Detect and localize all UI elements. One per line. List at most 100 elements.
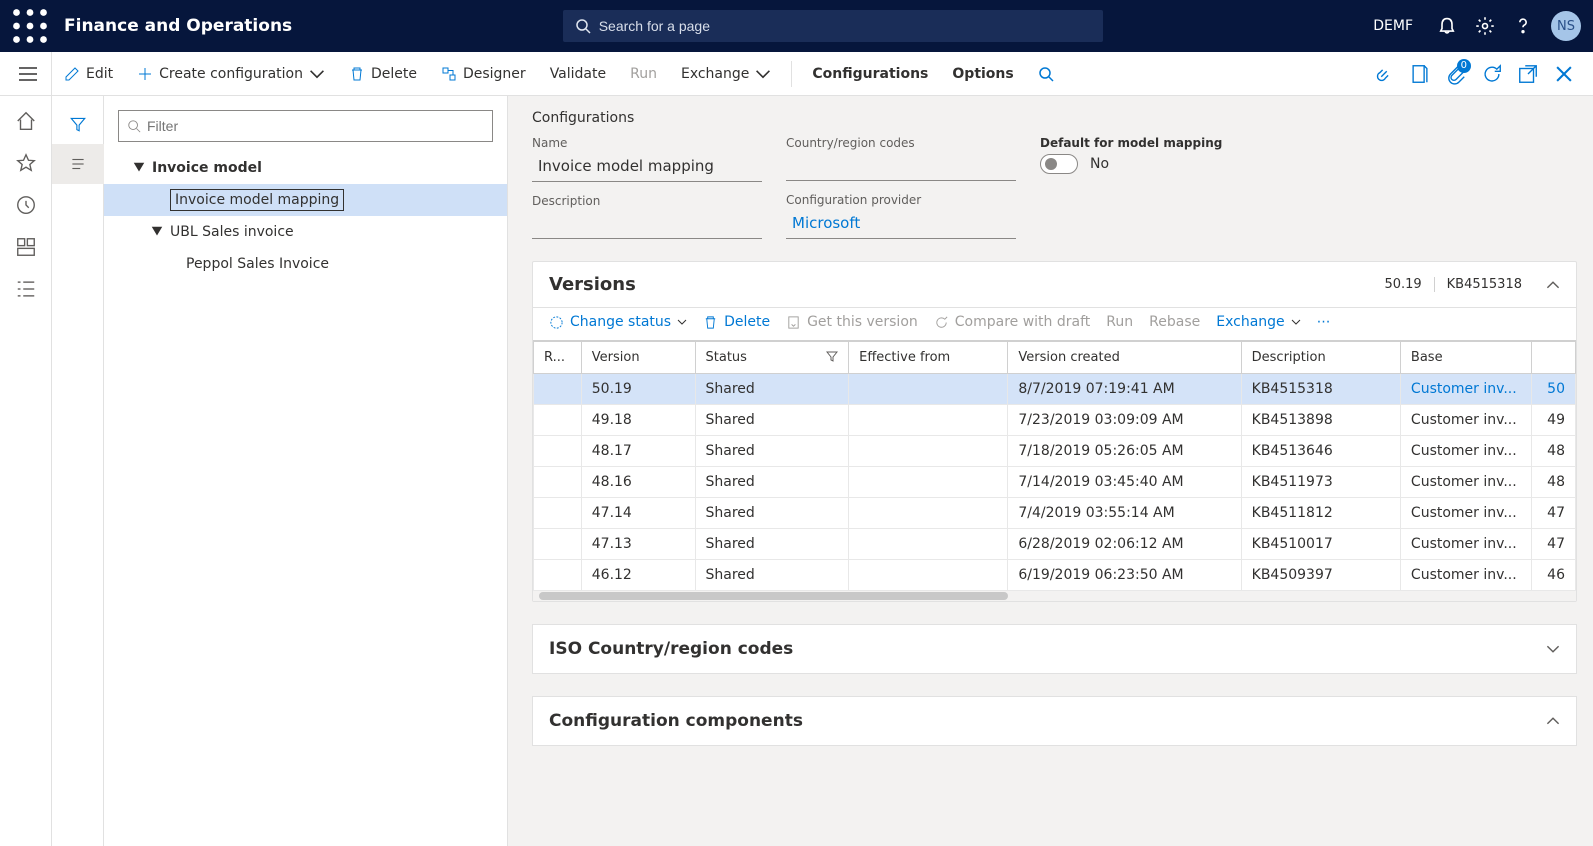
tree-node-label: Invoice model [152,160,262,176]
gear-icon[interactable] [1475,16,1495,36]
designer-button[interactable]: Designer [429,52,538,96]
col-created[interactable]: Version created [1008,342,1241,374]
version-run-button: Run [1106,314,1133,330]
components-header[interactable]: Configuration components [533,697,1576,745]
get-version-button: Get this version [786,314,918,330]
col-effective[interactable]: Effective from [849,342,1008,374]
chevron-up-icon [1546,278,1560,292]
validate-button[interactable]: Validate [538,52,618,96]
col-r[interactable]: R... [534,342,582,374]
table-row[interactable]: 47.13Shared6/28/2019 02:06:12 AMKB451001… [534,529,1576,560]
name-field[interactable]: Invoice model mapping [532,153,762,182]
trash-icon [349,66,365,82]
waffle-icon[interactable] [12,8,48,44]
iso-panel: ISO Country/region codes [532,624,1577,674]
edit-button[interactable]: Edit [52,52,125,96]
exchange-button[interactable]: Exchange [669,52,783,96]
version-exchange-button[interactable]: Exchange [1216,314,1300,330]
link-icon[interactable] [1373,63,1395,85]
table-row[interactable]: 47.14Shared7/4/2019 03:55:14 AMKB4511812… [534,498,1576,529]
config-tree: Invoice model Invoice model mapping UBL Sa… [104,152,507,846]
iso-header[interactable]: ISO Country/region codes [533,625,1576,673]
options-tab[interactable]: Options [940,52,1025,96]
funnel-icon[interactable] [52,104,104,144]
tree-node-label: Peppol Sales Invoice [186,256,329,272]
close-icon[interactable] [1553,63,1575,85]
modules-icon[interactable] [15,278,37,300]
tree-node[interactable]: Invoice model mapping [104,184,507,216]
run-button: Run [618,52,669,96]
compare-icon [934,315,949,330]
recent-icon[interactable] [15,194,37,216]
chevron-down-icon [309,66,325,82]
table-row[interactable]: 48.17Shared7/18/2019 05:26:05 AMKB451364… [534,436,1576,467]
description-label: Description [532,194,762,208]
components-panel: Configuration components [532,696,1577,746]
bell-icon[interactable] [1437,16,1457,36]
list-view-icon[interactable] [52,144,104,184]
tree-node[interactable]: Invoice model [104,152,507,184]
provider-field[interactable]: Microsoft [786,210,1016,239]
filter-rail [52,96,104,846]
section-title: Configurations [532,110,1577,126]
action-ribbon: Edit Create configuration Delete Designe… [0,52,1593,96]
search-input[interactable] [599,18,1091,34]
search-ribbon-icon[interactable] [1026,52,1066,96]
search-icon [127,119,141,133]
tree-node-label: UBL Sales invoice [170,224,294,240]
col-version[interactable]: Version [581,342,695,374]
hamburger-icon[interactable] [4,52,52,96]
pencil-icon [64,66,80,82]
refresh-icon[interactable] [1481,63,1503,85]
horizontal-scrollbar[interactable] [533,591,1576,601]
versions-table: R... Version Status Effective from Versi… [533,341,1576,591]
global-search[interactable] [563,10,1103,42]
table-row[interactable]: 50.19Shared8/7/2019 07:19:41 AMKB4515318… [534,374,1576,405]
col-status[interactable]: Status [695,342,849,374]
version-delete-button[interactable]: Delete [703,314,770,330]
table-row[interactable]: 49.18Shared7/23/2019 03:09:09 AMKB451389… [534,405,1576,436]
home-icon[interactable] [15,110,37,132]
configurations-tab[interactable]: Configurations [800,52,940,96]
region-label: Country/region codes [786,136,1016,150]
col-base[interactable]: Base [1400,342,1531,374]
workspace-icon[interactable] [15,236,37,258]
default-toggle[interactable] [1040,154,1078,174]
col-extra[interactable] [1531,342,1575,374]
attachments-icon[interactable]: 0 [1445,63,1467,85]
tree-filter[interactable] [118,110,493,142]
more-button[interactable]: ⋯ [1317,314,1331,330]
popout-icon[interactable] [1517,63,1539,85]
chevron-down-icon [677,319,687,325]
page-icon[interactable] [1409,63,1431,85]
tree-filter-input[interactable] [147,118,484,134]
versions-header[interactable]: Versions 50.19 KB4515318 [533,262,1576,307]
top-nav: Finance and Operations DEMF NS [0,0,1593,52]
nav-rail [0,96,52,846]
versions-panel: Versions 50.19 KB4515318 Change status D… [532,261,1577,602]
provider-label: Configuration provider [786,193,1016,207]
star-icon[interactable] [15,152,37,174]
chevron-down-icon [1546,642,1560,656]
plus-icon [137,66,153,82]
table-row[interactable]: 46.12Shared6/19/2019 06:23:50 AMKB450939… [534,560,1576,591]
region-field[interactable] [786,153,1016,181]
legal-entity[interactable]: DEMF [1373,18,1413,34]
table-row[interactable]: 48.16Shared7/14/2019 03:45:40 AMKB451197… [534,467,1576,498]
designer-icon [441,66,457,82]
delete-button[interactable]: Delete [337,52,429,96]
description-field[interactable] [532,211,762,239]
col-description[interactable]: Description [1241,342,1400,374]
tree-node[interactable]: Peppol Sales Invoice [104,248,507,280]
compare-button: Compare with draft [934,314,1091,330]
status-icon [549,315,564,330]
change-status-button[interactable]: Change status [549,314,687,330]
avatar[interactable]: NS [1551,11,1581,41]
rebase-button: Rebase [1149,314,1200,330]
create-config-button[interactable]: Create configuration [125,52,337,96]
name-label: Name [532,136,762,150]
help-icon[interactable] [1513,16,1533,36]
search-icon [575,18,591,34]
tree-node[interactable]: UBL Sales invoice [104,216,507,248]
default-label: Default for model mapping [1040,136,1270,150]
